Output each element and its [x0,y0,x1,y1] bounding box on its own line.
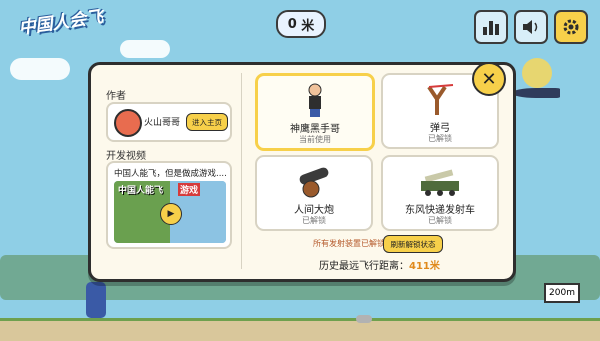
sun [522,58,552,88]
record-label: 历史最远飞行距离： [319,261,409,272]
cloud [120,40,170,58]
sound-icon [523,20,538,34]
video-title: 中国人能飞，但是做成游戏...... [114,169,226,179]
rock [356,315,372,323]
play-icon[interactable]: ▶ [160,203,182,225]
missile-truck-icon [421,169,459,196]
launcher-card-strongman[interactable]: 神鹰黑手哥 当前使用 [255,73,375,151]
panel-divider [241,73,242,269]
launcher-name: 人间大炮 [294,205,334,216]
author-label: 作者 [106,91,126,102]
launcher-name: 神鹰黑手哥 [290,124,340,135]
strongman-icon [308,83,322,117]
thumbnail-caption-right: 游戏 [178,183,201,196]
distance-marker-sign: 200m [544,283,580,303]
cloud [10,58,70,80]
refresh-unlock-button[interactable]: 刷新解锁状态 [383,235,443,253]
launcher-card-missile-truck[interactable]: 东风快递发射车 已解锁 [381,155,499,231]
author-name: 火山哥哥 [144,118,181,128]
launcher-status: 已解锁 [428,134,452,143]
launcher-card-cannon[interactable]: 人间大炮 已解锁 [255,155,373,231]
slingshot-icon [427,84,454,115]
settings-button[interactable] [554,10,588,44]
launcher-select-panel: 作者 火山哥哥 进入主页 开发视频 中国人能飞，但是做成游戏...... 中国人… [88,62,516,282]
video-label: 开发视频 [106,151,146,162]
author-card: 火山哥哥 进入主页 [106,102,232,142]
player-character [86,282,106,318]
enter-homepage-button[interactable]: 进入主页 [186,113,228,131]
leaderboard-icon [483,21,499,35]
close-button[interactable]: ✕ [472,62,506,96]
video-thumbnail[interactable]: 中国人能飞 游戏 ▶ [114,181,226,243]
leaderboard-button[interactable] [474,10,508,44]
best-distance-record: 历史最远飞行距离：411米 [319,257,440,272]
thumbnail-caption-left: 中国人能飞 [118,186,164,196]
sound-button[interactable] [514,10,548,44]
record-value: 411米 [409,261,440,272]
distance-counter: 0 米 [276,10,326,38]
cannon-icon [299,167,329,198]
launcher-name: 东风快递发射车 [405,205,475,216]
settings-icon [563,19,579,35]
launcher-status: 已解锁 [428,216,452,225]
launcher-status: 当前使用 [299,135,331,144]
dev-video-card[interactable]: 中国人能飞，但是做成游戏...... 中国人能飞 游戏 ▶ [106,161,232,249]
author-avatar [114,109,142,137]
launcher-status: 已解锁 [302,216,326,225]
distance-value: 0 [287,16,297,32]
airplane [512,88,560,98]
distance-unit: 米 [301,18,315,34]
launcher-name: 弹弓 [430,123,450,134]
unlock-status-note: 所有发射装置已解锁 [313,239,385,248]
